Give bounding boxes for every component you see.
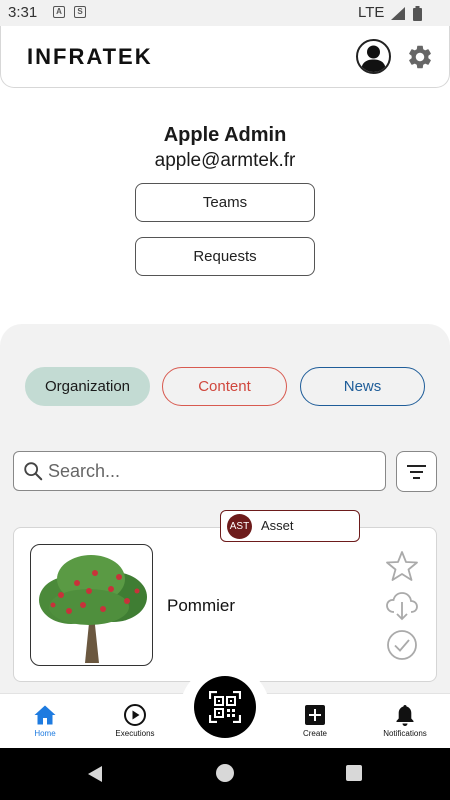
- nav-home-label: Home: [34, 729, 56, 738]
- filter-icon: [407, 465, 426, 479]
- plus-square-icon: [305, 705, 325, 725]
- system-navigation-bar: [0, 748, 450, 800]
- search-input[interactable]: [48, 458, 368, 484]
- search-icon: [24, 462, 43, 481]
- requests-button[interactable]: Requests: [135, 237, 315, 276]
- search-bar: [13, 451, 386, 491]
- nav-home[interactable]: Home: [0, 694, 90, 749]
- qr-scan-icon: [209, 691, 241, 723]
- home-circle-icon[interactable]: [216, 764, 234, 782]
- nav-create-label: Create: [302, 729, 327, 738]
- nav-notifications-label: Notifications: [383, 729, 427, 738]
- teams-button[interactable]: Teams: [135, 183, 315, 222]
- nav-notifications[interactable]: Notifications: [360, 694, 450, 749]
- settings-gear-icon[interactable]: [406, 43, 434, 71]
- apple-tree-image: [39, 555, 147, 663]
- battery-icon: [413, 6, 422, 21]
- filter-button[interactable]: [396, 451, 437, 492]
- profile-name: Apple Admin: [163, 124, 287, 146]
- brand-logo: INFRATEK: [27, 44, 153, 69]
- asset-card[interactable]: Pommier: [13, 527, 437, 682]
- recents-icon[interactable]: [346, 765, 362, 781]
- home-icon: [34, 705, 56, 725]
- asset-type-label: Asset: [261, 518, 294, 533]
- status-time: 3:31: [8, 4, 38, 21]
- nav-executions[interactable]: Executions: [90, 694, 180, 749]
- status-bar: 3:31 A S LTE: [0, 0, 450, 26]
- asset-type-badge: AST: [227, 514, 252, 539]
- cloud-download-icon[interactable]: [385, 588, 419, 622]
- asset-type-tag: AST Asset: [220, 510, 360, 542]
- notification-s-icon: S: [74, 6, 86, 18]
- user-icon: [361, 45, 386, 72]
- app-header: INFRATEK: [0, 26, 450, 88]
- qr-scan-button[interactable]: [194, 676, 256, 738]
- back-icon[interactable]: [86, 765, 104, 783]
- bell-icon: [396, 705, 414, 726]
- tab-news[interactable]: News: [300, 367, 425, 406]
- star-icon[interactable]: [385, 549, 419, 583]
- notification-a-icon: A: [53, 6, 65, 18]
- asset-name: Pommier: [167, 596, 236, 615]
- network-type: LTE: [358, 4, 385, 21]
- tab-organization[interactable]: Organization: [25, 367, 150, 406]
- profile-email: apple@armtek.fr: [154, 150, 296, 171]
- profile-avatar-button[interactable]: [356, 39, 391, 74]
- check-circle-icon[interactable]: [385, 628, 419, 662]
- play-circle-icon: [124, 704, 146, 726]
- tab-content[interactable]: Content: [162, 367, 287, 406]
- app-screen: 3:31 A S LTE INFRATEK Apple Admin apple@…: [0, 0, 450, 800]
- nav-create[interactable]: Create: [270, 694, 360, 749]
- nav-executions-label: Executions: [115, 729, 155, 738]
- asset-image: [30, 544, 153, 666]
- content-panel: Organization Content News Search... Pomm…: [0, 324, 450, 704]
- signal-icon: [391, 7, 405, 20]
